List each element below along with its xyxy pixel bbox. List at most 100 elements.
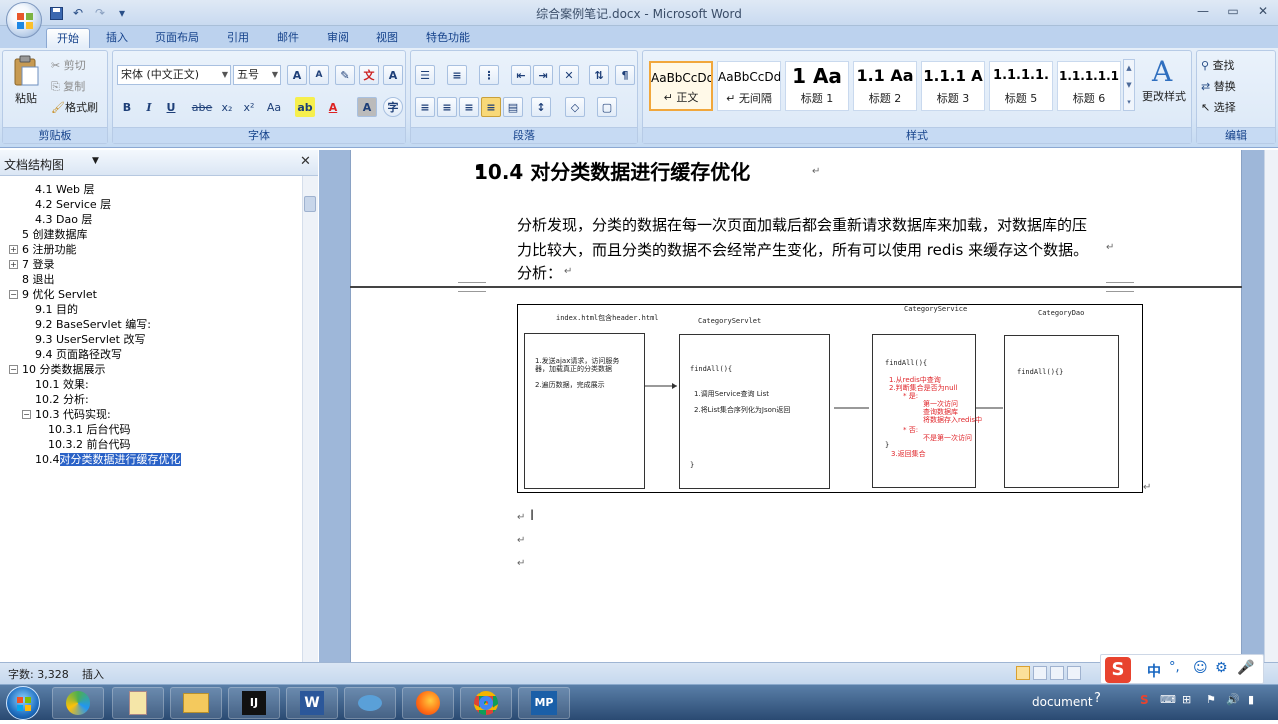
tray-document-label[interactable]: document bbox=[1032, 695, 1093, 709]
nav-tree-item[interactable]: 10.3.2 前台代码 bbox=[48, 437, 130, 452]
tab-special[interactable]: 特色功能 bbox=[416, 28, 480, 48]
app-explorer-icon[interactable] bbox=[170, 687, 222, 719]
nav-tree-item[interactable]: 9.3 UserServlet 改写 bbox=[35, 332, 145, 347]
bold-button[interactable]: B bbox=[117, 97, 137, 117]
font-name-combo[interactable]: 宋体 (中文正文) ▼ bbox=[117, 65, 231, 85]
scrollbar-thumb[interactable] bbox=[304, 196, 316, 212]
font-size-combo[interactable]: 五号 ▼ bbox=[233, 65, 281, 85]
sogou-tray-icon[interactable]: S bbox=[1140, 693, 1149, 707]
nav-tree-item[interactable]: 10 分类数据展示 bbox=[22, 362, 106, 377]
style-heading-6[interactable]: 1.1.1.1.1 标题 6 bbox=[1057, 61, 1121, 111]
app-firefox-icon[interactable] bbox=[402, 687, 454, 719]
style-no-spacing[interactable]: AaBbCcDd ↵ 无间隔 bbox=[717, 61, 781, 111]
tab-insert[interactable]: 插入 bbox=[96, 28, 138, 48]
nav-tree-item[interactable]: 6 注册功能 bbox=[22, 242, 77, 257]
nav-tree-item[interactable]: 10.3 代码实现: bbox=[35, 407, 111, 422]
app-chrome-icon[interactable] bbox=[460, 687, 512, 719]
customize-icon[interactable]: ▾ bbox=[114, 5, 130, 21]
sort-icon[interactable]: ⇅ bbox=[589, 65, 609, 85]
reading-layout-icon[interactable] bbox=[1033, 666, 1047, 680]
office-button[interactable] bbox=[6, 2, 42, 38]
style-heading-5[interactable]: 1.1.1.1. 标题 5 bbox=[989, 61, 1053, 111]
replace-button[interactable]: ⇄ 替换 bbox=[1201, 78, 1236, 94]
redo-icon[interactable]: ↷ bbox=[92, 5, 108, 21]
outline-icon[interactable] bbox=[1067, 666, 1081, 680]
bullets-icon[interactable]: ☰ bbox=[415, 65, 435, 85]
nav-tree-item[interactable]: 10.1 效果: bbox=[35, 377, 89, 392]
find-button[interactable]: ⚲ 查找 bbox=[1201, 57, 1235, 73]
paste-button[interactable]: 粘贴 bbox=[9, 55, 43, 115]
nav-tree-item[interactable]: 4.2 Service 层 bbox=[35, 197, 111, 212]
minimize-icon[interactable]: — bbox=[1192, 2, 1214, 20]
speaker-icon[interactable]: 🔊 bbox=[1226, 693, 1240, 706]
cut-button[interactable]: ✂ 剪切 bbox=[51, 57, 86, 73]
clear-format-icon[interactable]: ✎ bbox=[335, 65, 355, 85]
nav-tree-item[interactable]: 9 优化 Servlet bbox=[22, 287, 97, 302]
nav-tree-item[interactable]: 9.4 页面路径改写 bbox=[35, 347, 122, 362]
web-layout-icon[interactable] bbox=[1050, 666, 1064, 680]
multilevel-list-icon[interactable]: ⋮ bbox=[479, 65, 499, 85]
tab-mailings[interactable]: 邮件 bbox=[267, 28, 309, 48]
increase-indent-icon[interactable]: ⇥ bbox=[533, 65, 553, 85]
app-word-icon[interactable]: W bbox=[286, 687, 338, 719]
app-mp-icon[interactable]: MP bbox=[518, 687, 570, 719]
tab-view[interactable]: 视图 bbox=[366, 28, 408, 48]
char-border-icon[interactable]: A bbox=[383, 65, 403, 85]
phonetic-guide-icon[interactable]: 文 bbox=[359, 65, 379, 85]
close-icon[interactable]: ✕ bbox=[1252, 2, 1274, 20]
decrease-indent-icon[interactable]: ⇤ bbox=[511, 65, 531, 85]
italic-button[interactable]: I bbox=[139, 97, 159, 117]
subscript-button[interactable]: x₂ bbox=[217, 97, 237, 117]
punctuation-icon[interactable]: °, bbox=[1169, 660, 1180, 675]
nav-tree-item[interactable]: 10.2 分析: bbox=[35, 392, 89, 407]
sogou-logo-icon[interactable]: S bbox=[1105, 657, 1131, 683]
nav-tree-item[interactable]: 9.2 BaseServlet 编写: bbox=[35, 317, 151, 332]
collapse-icon[interactable]: − bbox=[9, 365, 18, 374]
close-icon[interactable]: ✕ bbox=[300, 154, 311, 169]
superscript-button[interactable]: x² bbox=[239, 97, 259, 117]
maximize-icon[interactable]: ▭ bbox=[1222, 2, 1244, 20]
style-normal[interactable]: AaBbCcDd ↵ 正文 bbox=[649, 61, 713, 111]
nav-tree-item[interactable]: 5 创建数据库 bbox=[22, 227, 88, 242]
collapse-icon[interactable]: − bbox=[22, 410, 31, 419]
distributed-icon[interactable]: ▤ bbox=[503, 97, 523, 117]
asian-layout-icon[interactable]: ✕ bbox=[559, 65, 579, 85]
nav-tree-item[interactable]: 4.3 Dao 层 bbox=[35, 212, 92, 227]
enclose-char-icon[interactable]: 字 bbox=[383, 97, 403, 117]
word-count[interactable]: 字数: 3,328 bbox=[8, 666, 69, 682]
flow-diagram-image[interactable]: index.html包含header.html 1.发送ajax请求，访问服务 … bbox=[517, 304, 1143, 493]
nav-tree-item[interactable]: 7 登录 bbox=[22, 257, 55, 272]
microphone-icon[interactable]: 🎤 bbox=[1237, 660, 1254, 676]
tab-page-layout[interactable]: 页面布局 bbox=[145, 28, 209, 48]
line-spacing-icon[interactable]: ↕ bbox=[531, 97, 551, 117]
app-dolphin-icon[interactable] bbox=[344, 687, 396, 719]
save-icon[interactable] bbox=[48, 5, 64, 21]
shrink-font-button[interactable]: A bbox=[309, 65, 329, 85]
select-button[interactable]: ↖ 选择 bbox=[1201, 99, 1236, 115]
app-360-icon[interactable] bbox=[52, 687, 104, 719]
justify-icon[interactable]: ≡ bbox=[481, 97, 501, 117]
underline-button[interactable]: U bbox=[161, 97, 181, 117]
expand-icon[interactable]: + bbox=[9, 245, 18, 254]
change-case-button[interactable]: Aa bbox=[261, 97, 287, 117]
settings-icon[interactable]: ⚙ bbox=[1215, 660, 1228, 676]
nav-tree-item[interactable]: 8 退出 bbox=[22, 272, 55, 287]
collapse-icon[interactable]: − bbox=[9, 290, 18, 299]
expand-icon[interactable]: + bbox=[9, 260, 18, 269]
align-left-icon[interactable]: ≡ bbox=[415, 97, 435, 117]
app-intellij-icon[interactable]: IJ bbox=[228, 687, 280, 719]
style-heading-3[interactable]: 1.1.1 A 标题 3 bbox=[921, 61, 985, 111]
font-color-button[interactable]: A bbox=[323, 97, 343, 117]
ime-mode-label[interactable]: 中 bbox=[1147, 661, 1161, 681]
keyboard-icon[interactable]: ⌨ bbox=[1160, 693, 1176, 706]
styles-scroll[interactable]: ▲ ▼ ▾ bbox=[1123, 59, 1135, 111]
document-map-scrollbar[interactable] bbox=[302, 176, 318, 662]
format-painter-button[interactable]: 🖌格式刷 bbox=[51, 99, 98, 115]
style-heading-2[interactable]: 1.1 Aa 标题 2 bbox=[853, 61, 917, 111]
grow-font-button[interactable]: A bbox=[287, 65, 307, 85]
char-shading-button[interactable]: A bbox=[357, 97, 377, 117]
show-marks-icon[interactable]: ¶ bbox=[615, 65, 635, 85]
undo-icon[interactable]: ↶ bbox=[70, 5, 86, 21]
show-desktop-icon[interactable]: ▮ bbox=[1248, 693, 1254, 706]
insert-mode[interactable]: 插入 bbox=[82, 666, 104, 682]
